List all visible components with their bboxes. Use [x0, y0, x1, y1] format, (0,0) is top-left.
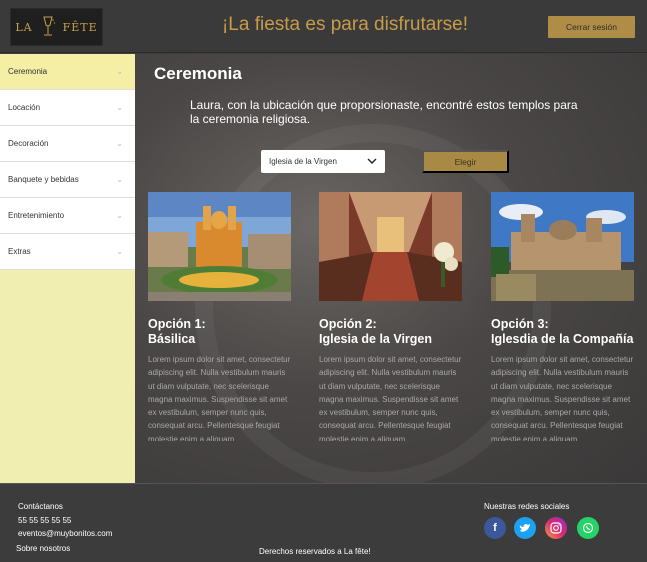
instagram-icon[interactable] [545, 517, 567, 539]
contact-phone: 55 55 55 55 55 [18, 516, 72, 525]
facebook-icon[interactable]: f [484, 517, 506, 539]
church-select[interactable]: Iglesia de la Virgen [261, 150, 385, 173]
church-exterior-photo [491, 192, 634, 301]
card-text: Lorem ipsum dolor sit amet, consectetur … [148, 355, 291, 441]
option-card[interactable]: Opción 3: Iglesdia de la Compañía Lorem i… [491, 192, 634, 441]
select-value: Iglesia de la Virgen [269, 157, 337, 166]
main-content: Ceremonia Laura, con la ubicación que pr… [135, 54, 647, 483]
sidebar-item-ceremonia[interactable]: Ceremonia ⌄ [0, 54, 135, 90]
chevron-down-icon: ⌄ [116, 103, 123, 112]
sidebar-item-locacion[interactable]: Locación ⌄ [0, 90, 135, 126]
church-interior-photo [319, 192, 462, 301]
header: LA FÊTE ¡La fiesta es para disfrutarse! … [0, 0, 647, 53]
sidebar-item-label: Ceremonia [8, 67, 48, 76]
copyright-text: Derechos reservados a La fête! [259, 547, 371, 556]
card-title: Opción 2: Iglesia de la Virgen [319, 317, 433, 346]
chevron-down-icon: ⌄ [116, 175, 123, 184]
social-title: Nuestras redes sociales [484, 502, 570, 511]
tagline: ¡La fiesta es para disfrutarse! [221, 14, 469, 35]
page-title: Ceremonia [154, 64, 242, 83]
logo-text-left: LA [15, 20, 33, 34]
sidebar-item-extras[interactable]: Extras ⌄ [0, 234, 135, 270]
twitter-icon[interactable] [514, 517, 536, 539]
sidebar-item-label: Locación [8, 103, 41, 112]
intro-text: Laura, con la ubicación que proporsionas… [190, 98, 578, 126]
sidebar-item-banquete[interactable]: Banquete y bebidas ⌄ [0, 162, 135, 198]
champagne-glass-icon [42, 16, 55, 36]
chevron-down-icon: ⌄ [116, 139, 123, 148]
option-card[interactable]: Opción 1: Básilica Lorem ipsum dolor sit … [148, 192, 291, 441]
sidebar-item-label: Decoración [8, 139, 49, 148]
chevron-down-icon: ⌄ [116, 247, 123, 256]
sidebar-item-label: Extras [8, 247, 31, 256]
sidebar-item-entretenimiento[interactable]: Entretenimiento ⌄ [0, 198, 135, 234]
basilica-photo [148, 192, 291, 301]
whatsapp-icon[interactable] [577, 517, 599, 539]
logo-text-right: FÊTE [62, 20, 98, 34]
contact-email[interactable]: eventos@muybonitos.com [18, 529, 112, 538]
sidebar-item-label: Banquete y bebidas [8, 175, 79, 184]
card-title: Opción 3: Iglesdia de la Compañía [491, 317, 634, 346]
sidebar: Ceremonia ⌄ Locación ⌄ Decoración ⌄ Banq… [0, 54, 135, 483]
chevron-down-icon: ⌄ [116, 67, 123, 76]
card-text: Lorem ipsum dolor sit amet, consectetur … [491, 355, 634, 441]
card-text: Lorem ipsum dolor sit amet, consectetur … [319, 355, 462, 441]
card-title: Opción 1: Básilica [148, 317, 206, 346]
logo[interactable]: LA FÊTE [10, 8, 103, 46]
choose-button[interactable]: Elegir [422, 150, 509, 173]
sidebar-item-decoracion[interactable]: Decoración ⌄ [0, 126, 135, 162]
chevron-down-icon [367, 158, 377, 164]
contact-title: Contáctanos [18, 502, 63, 511]
logout-button[interactable]: Cerrar sesión [548, 16, 635, 38]
about-link[interactable]: Sobre nosotros [16, 544, 70, 553]
chevron-down-icon: ⌄ [116, 211, 123, 220]
sidebar-item-label: Entretenimiento [8, 211, 65, 220]
option-card[interactable]: Opción 2: Iglesia de la Virgen Lorem ipsu… [319, 192, 462, 441]
footer: Contáctanos 55 55 55 55 55 eventos@muybo… [0, 483, 647, 562]
